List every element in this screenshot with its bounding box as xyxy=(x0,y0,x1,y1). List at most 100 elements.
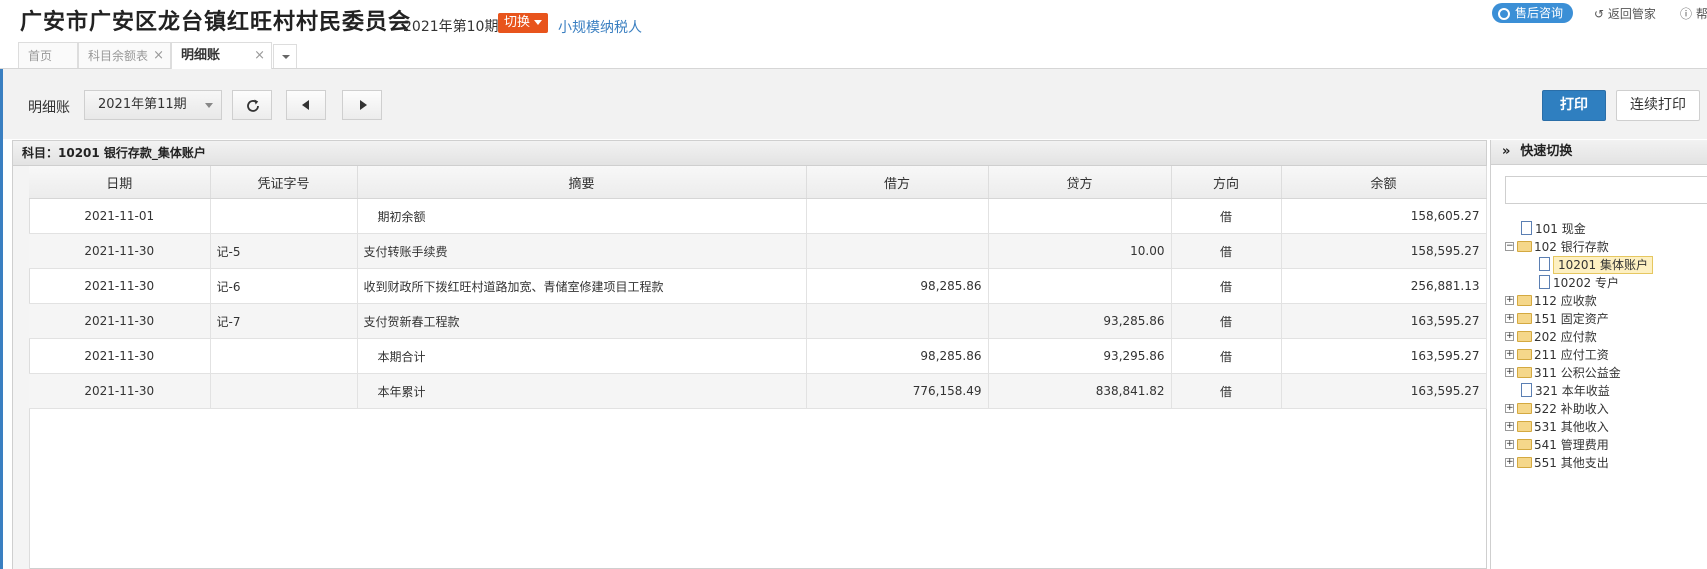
column-header[interactable]: 摘要 xyxy=(357,166,807,199)
voucher-cell[interactable]: 记-7 xyxy=(210,303,358,339)
folder-icon xyxy=(1517,349,1532,360)
expand-icon[interactable]: + xyxy=(1505,422,1514,431)
folder-icon xyxy=(1517,421,1532,432)
quick-switch-panel: » 快速切换 101 现金 − 102 银行存款 10201 集体账户 10202 专户 +… xyxy=(1490,140,1707,569)
balance-cell: 163,595.27 xyxy=(1281,303,1487,339)
tree-node-label: 102 银行存款 xyxy=(1534,240,1609,254)
folder-icon xyxy=(1517,331,1532,342)
question-icon: ⓘ xyxy=(1680,7,1696,21)
current-period: 2021年第10期 xyxy=(403,19,499,35)
collapse-panel-icon[interactable]: » xyxy=(1502,144,1510,159)
voucher-cell[interactable]: 记-6 xyxy=(210,268,358,304)
column-header[interactable]: 余额 xyxy=(1281,166,1487,199)
ledger-panel: 科目：10201 银行存款_集体账户 日期 凭证字号 摘要 借方 贷方 方向 余… xyxy=(12,140,1487,569)
arrow-right-icon xyxy=(360,100,367,110)
summary-cell: 收到财政所下拨红旺村道路加宽、青储室修建项目工程款 xyxy=(357,268,807,304)
tab-menu-dropdown[interactable] xyxy=(273,44,297,68)
column-header[interactable]: 借方 xyxy=(806,166,989,199)
close-icon[interactable]: × xyxy=(153,43,164,69)
expand-icon[interactable]: + xyxy=(1505,440,1514,449)
document-icon xyxy=(1539,275,1550,289)
tree-node-label: 112 应收款 xyxy=(1534,294,1597,308)
period-select-value: 2021年第11期 xyxy=(98,97,187,112)
switch-period-button[interactable]: 切换 xyxy=(498,13,549,33)
quick-switch-header: » 快速切换 xyxy=(1491,140,1707,165)
expand-icon[interactable]: + xyxy=(1505,368,1514,377)
help-link[interactable]: ⓘ 帮 xyxy=(1680,5,1707,22)
voucher-cell[interactable]: 记-5 xyxy=(210,233,358,269)
refresh-icon xyxy=(247,99,259,112)
expand-icon[interactable]: + xyxy=(1505,458,1514,467)
folder-icon xyxy=(1517,295,1532,306)
support-button[interactable]: 售后咨询 xyxy=(1492,3,1574,23)
top-header: 广安市广安区龙台镇红旺村村民委员会 2021年第10期 切换 小规模纳税人 售后… xyxy=(0,0,1707,69)
direction-cell: 借 xyxy=(1171,233,1282,269)
row-gutter xyxy=(13,166,30,569)
column-header[interactable]: 贷方 xyxy=(988,166,1172,199)
tree-node-label: 321 本年收益 xyxy=(1535,384,1610,398)
table-row[interactable]: 2021-11-30 记-7 支付贺新春工程款 93,285.86 借 163,… xyxy=(29,303,1487,339)
balance-cell: 163,595.27 xyxy=(1281,338,1487,374)
table-row[interactable]: 2021-11-30 本期合计 98,285.86 93,295.86 借 16… xyxy=(29,338,1487,374)
back-label: 返回管家 xyxy=(1607,7,1656,21)
credit-cell: 93,295.86 xyxy=(988,338,1172,374)
voucher-cell[interactable] xyxy=(210,373,358,409)
close-icon[interactable]: × xyxy=(254,43,265,69)
balance-cell: 256,881.13 xyxy=(1281,268,1487,304)
column-header[interactable]: 方向 xyxy=(1171,166,1282,199)
direction-cell: 借 xyxy=(1171,303,1282,339)
table-row[interactable]: 2021-11-01 期初余额 借 158,605.27 xyxy=(29,198,1487,234)
table-row[interactable]: 2021-11-30 记-6 收到财政所下拨红旺村道路加宽、青储室修建项目工程款… xyxy=(29,268,1487,304)
table-row[interactable]: 2021-11-30 本年累计 776,158.49 838,841.82 借 … xyxy=(29,373,1487,409)
balance-cell: 163,595.27 xyxy=(1281,373,1487,409)
tree-node-label: 101 现金 xyxy=(1535,222,1586,236)
date-cell: 2021-11-30 xyxy=(29,303,211,339)
print-button[interactable]: 打印 xyxy=(1542,90,1606,121)
expand-icon[interactable]: + xyxy=(1505,314,1514,323)
column-header[interactable]: 日期 xyxy=(29,166,211,199)
summary-cell: 期初余额 xyxy=(357,198,807,234)
taxpayer-type-link[interactable]: 小规模纳税人 xyxy=(558,17,642,37)
direction-cell: 借 xyxy=(1171,198,1282,234)
next-period-button[interactable] xyxy=(342,90,382,120)
chevron-down-icon xyxy=(205,103,213,108)
tab-ledger-detail[interactable]: 明细账 × xyxy=(171,42,272,69)
ledger-table: 日期 凭证字号 摘要 借方 贷方 方向 余额 2021-11-01 期初余额 借 xyxy=(29,166,1487,409)
credit-cell: 93,285.86 xyxy=(988,303,1172,339)
subject-search-input[interactable] xyxy=(1505,176,1707,204)
support-label: 售后咨询 xyxy=(1515,6,1564,20)
refresh-button[interactable] xyxy=(232,90,272,120)
expand-icon[interactable]: + xyxy=(1505,332,1514,341)
back-to-manager-link[interactable]: ↺ 返回管家 xyxy=(1594,5,1656,22)
expand-icon[interactable]: + xyxy=(1505,404,1514,413)
credit-cell xyxy=(988,268,1172,304)
balance-cell: 158,605.27 xyxy=(1281,198,1487,234)
subject-heading: 科目：10201 银行存款_集体账户 xyxy=(13,141,1486,166)
company-name: 广安市广安区龙台镇红旺村村民委员会 xyxy=(20,10,412,35)
continuous-print-button[interactable]: 连续打印 xyxy=(1616,90,1700,121)
expand-icon[interactable]: + xyxy=(1505,350,1514,359)
table-row[interactable]: 2021-11-30 记-5 支付转账手续费 10.00 借 158,595.2… xyxy=(29,233,1487,269)
ledger-grid: 日期 凭证字号 摘要 借方 贷方 方向 余额 2021-11-01 期初余额 借 xyxy=(29,166,1487,409)
column-header[interactable]: 凭证字号 xyxy=(210,166,358,199)
tab-subject-balance[interactable]: 科目余额表 × xyxy=(78,42,171,68)
collapse-icon[interactable]: − xyxy=(1505,242,1514,251)
tree-node-label: 522 补助收入 xyxy=(1534,402,1609,416)
voucher-cell[interactable] xyxy=(210,198,358,234)
period-select[interactable]: 2021年第11期 xyxy=(84,90,222,120)
left-accent-rule xyxy=(0,69,3,569)
caret-down-icon xyxy=(534,20,543,25)
previous-period-button[interactable] xyxy=(286,90,326,120)
tree-node-label: 202 应付款 xyxy=(1534,330,1597,344)
debit-cell: 98,285.86 xyxy=(806,338,989,374)
date-cell: 2021-11-30 xyxy=(29,268,211,304)
return-icon: ↺ xyxy=(1594,7,1608,21)
credit-cell: 838,841.82 xyxy=(988,373,1172,409)
tab-home[interactable]: 首页 xyxy=(18,42,78,68)
folder-icon xyxy=(1517,457,1532,468)
direction-cell: 借 xyxy=(1171,373,1282,409)
debit-cell: 776,158.49 xyxy=(806,373,989,409)
expand-icon[interactable]: + xyxy=(1505,296,1514,305)
voucher-cell[interactable] xyxy=(210,338,358,374)
date-cell: 2021-11-30 xyxy=(29,233,211,269)
